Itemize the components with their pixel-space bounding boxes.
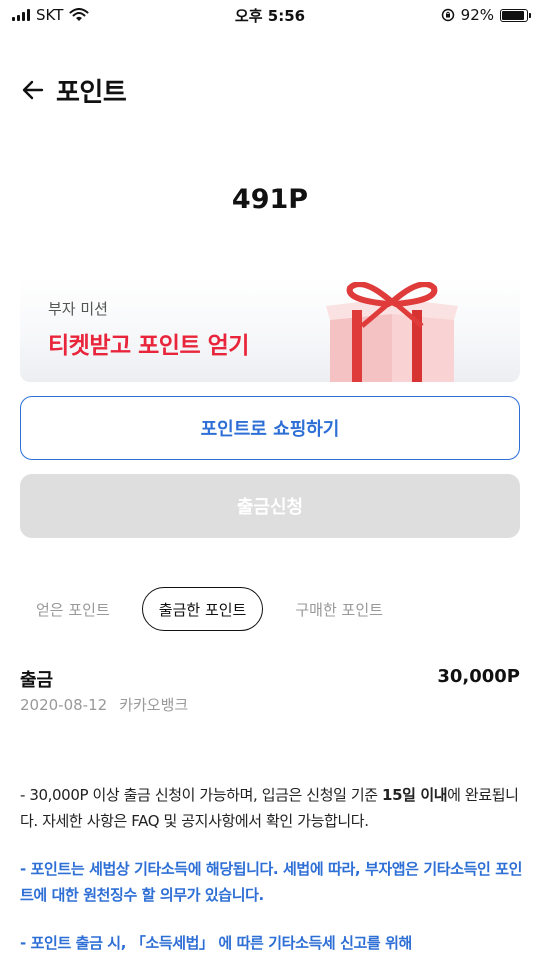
withdraw-request-button[interactable]: 출금신청 (20, 474, 520, 538)
record-meta: 2020-08-12 카카오뱅크 (20, 694, 188, 715)
notice-paragraph-2: - 포인트는 세법상 기타소득에 해당됩니다. 세법에 따라, 부자앱은 기타소… (20, 860, 523, 904)
carrier-label: SKT (36, 6, 64, 24)
tab-withdrawn-points[interactable]: 출금한 포인트 (141, 587, 264, 631)
point-balance: 491P (231, 184, 309, 215)
mission-banner[interactable]: 부자 미션 티켓받고 포인트 얻기 (20, 278, 520, 382)
notice-p1-part1: - 30,000P 이상 출금 신청이 가능하며, 입금은 신청일 기준 (20, 786, 383, 804)
point-tabs: 얻은 포인트 출금한 포인트 구매한 포인트 (20, 586, 399, 632)
page-title: 포인트 (56, 77, 127, 108)
signal-icon (12, 9, 30, 21)
notice-text: - 30,000P 이상 출금 신청이 가능하며, 입금은 신청일 기준 15일… (20, 782, 525, 960)
status-time: 오후 5:56 (234, 6, 306, 25)
notice-paragraph-1: - 30,000P 이상 출금 신청이 가능하며, 입금은 신청일 기준 15일… (20, 782, 525, 834)
record-type: 출금 (20, 670, 54, 691)
status-right: 92% (441, 6, 531, 24)
orientation-lock-icon (441, 8, 454, 22)
notice-p1-bold: 15일 이내 (382, 786, 448, 804)
record-bank: 카카오뱅크 (119, 696, 189, 714)
gift-icon (326, 282, 458, 382)
back-arrow-icon (22, 80, 44, 100)
status-left: SKT (12, 6, 89, 24)
mission-title: 티켓받고 포인트 얻기 (48, 333, 249, 359)
mission-subtitle: 부자 미션 (48, 300, 108, 318)
battery-label: 92% (460, 6, 494, 24)
header: 포인트 (20, 70, 127, 110)
status-bar: SKT 오후 5:56 92% (0, 0, 540, 30)
record-date: 2020-08-12 (20, 696, 108, 714)
wifi-icon (69, 8, 89, 21)
tab-earned-points[interactable]: 얻은 포인트 (20, 587, 126, 631)
battery-fill (502, 10, 525, 20)
tab-purchased-points[interactable]: 구매한 포인트 (279, 587, 399, 631)
record-amount: 30,000P (437, 666, 520, 687)
back-button[interactable] (20, 77, 46, 103)
battery-icon (500, 8, 531, 22)
shop-with-points-button[interactable]: 포인트로 쇼핑하기 (20, 396, 520, 460)
notice-paragraph-3: - 포인트 출금 시, 「소득세법」 에 따른 기타소득세 신고를 위해 (20, 934, 412, 952)
